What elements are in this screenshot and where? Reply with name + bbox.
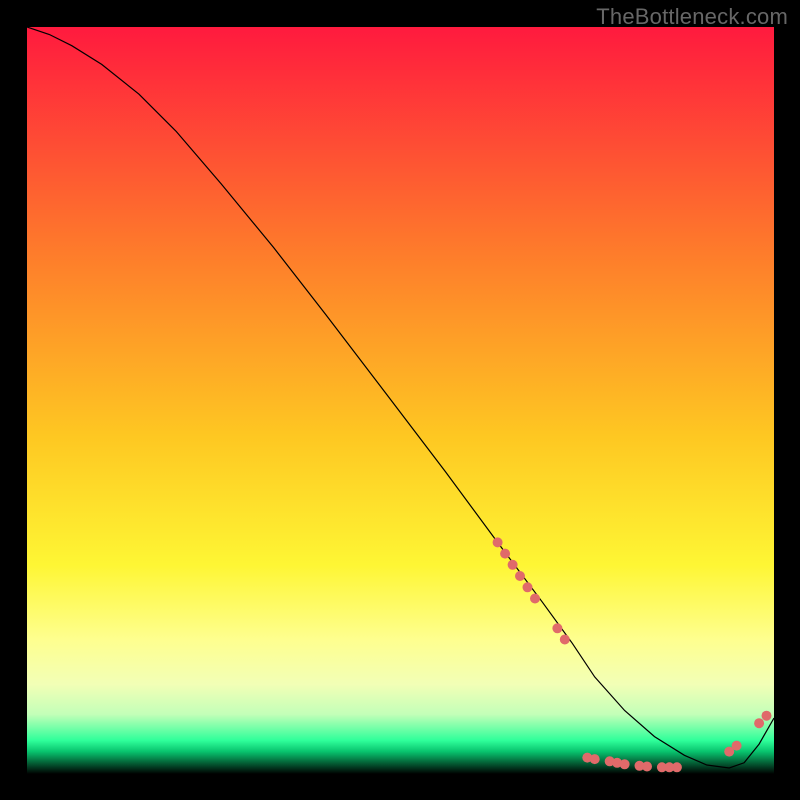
marker-dot <box>500 549 510 559</box>
chart-container: TheBottleneck.com <box>0 0 800 800</box>
marker-dot <box>523 582 533 592</box>
marker-dot <box>515 571 525 581</box>
marker-dot <box>754 718 764 728</box>
marker-dot <box>762 711 772 721</box>
chart-plot-area <box>27 27 774 774</box>
chart-background-gradient <box>27 27 774 774</box>
marker-dot <box>493 537 503 547</box>
marker-dot <box>560 635 570 645</box>
chart-svg <box>27 27 774 774</box>
marker-dot <box>642 762 652 772</box>
marker-dot <box>590 754 600 764</box>
marker-dot <box>530 594 540 604</box>
marker-dot <box>732 741 742 751</box>
marker-dot <box>508 560 518 570</box>
marker-dot <box>620 759 630 769</box>
marker-dot <box>552 623 562 633</box>
marker-dot <box>672 762 682 772</box>
